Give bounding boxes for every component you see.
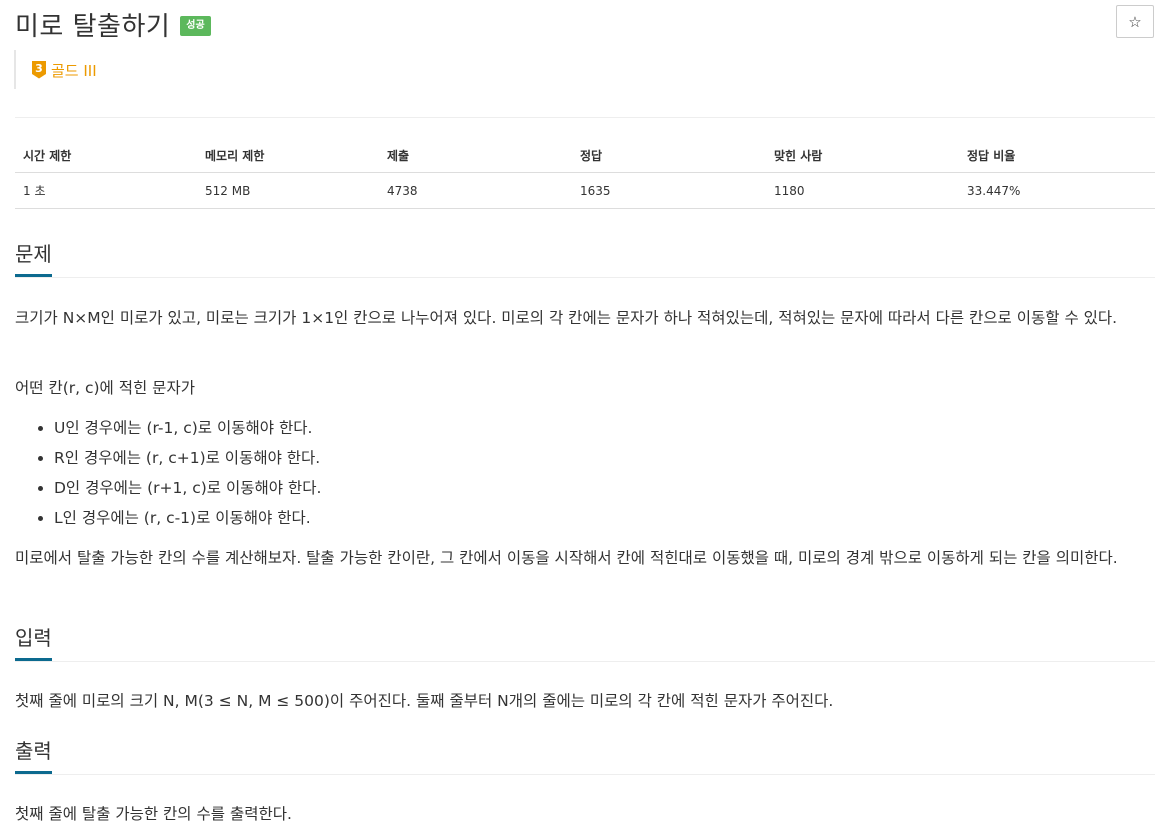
table-header-submissions: 제출	[379, 139, 572, 173]
problem-info-table: 시간 제한 메모리 제한 제출 정답 맞힌 사람 정답 비율 1 초 512 M…	[15, 139, 1155, 209]
direction-conditions-list: U인 경우에는 (r-1, c)로 이동해야 한다. R인 경우에는 (r, c…	[15, 413, 321, 533]
accepted-value[interactable]: 1635	[572, 172, 766, 209]
list-item: R인 경우에는 (r, c+1)로 이동해야 한다.	[54, 443, 321, 473]
tier-number: 3	[35, 62, 43, 75]
problem-title: 미로 탈출하기	[15, 11, 171, 42]
solved-users-value[interactable]: 1180	[766, 172, 959, 209]
table-header-row: 시간 제한 메모리 제한 제출 정답 맞힌 사람 정답 비율	[15, 139, 1155, 173]
submissions-value[interactable]: 4738	[379, 172, 572, 209]
title-row: 미로 탈출하기 성공	[15, 4, 211, 44]
list-item: L인 경우에는 (r, c-1)로 이동해야 한다.	[54, 503, 321, 533]
table-row: 1 초 512 MB 4738 1635 1180 33.447%	[15, 172, 1155, 209]
problem-page: 미로 탈출하기 성공 ☆ 3 골드 III 시간 제한 메모리 제한 제출 정답…	[0, 0, 1174, 840]
list-item: D인 경우에는 (r+1, c)로 이동해야 한다.	[54, 473, 321, 503]
gold-tier-icon: 3	[32, 61, 46, 79]
status-badge: 성공	[180, 16, 211, 36]
header-divider	[15, 117, 1155, 118]
output-heading: 출력	[15, 737, 52, 774]
output-description: 첫째 줄에 탈출 가능한 칸의 수를 출력한다.	[15, 805, 292, 823]
input-section-header: 입력	[15, 624, 1155, 662]
accept-ratio-value: 33.447%	[959, 172, 1155, 209]
table-header-accept-ratio: 정답 비율	[959, 139, 1155, 173]
problem-heading: 문제	[15, 240, 52, 277]
problem-description-paragraph-1: 크기가 N×M인 미로가 있고, 미로는 크기가 1×1인 칸으로 나누어져 있…	[15, 309, 1118, 327]
input-description: 첫째 줄에 미로의 크기 N, M(3 ≤ N, M ≤ 500)이 주어진다.…	[15, 692, 834, 710]
table-header-time-limit: 시간 제한	[15, 139, 197, 173]
table-header-memory-limit: 메모리 제한	[197, 139, 379, 173]
memory-limit-value: 512 MB	[197, 172, 379, 209]
star-icon: ☆	[1128, 12, 1142, 31]
favorite-star-button[interactable]: ☆	[1116, 5, 1154, 38]
time-limit-value: 1 초	[15, 172, 197, 209]
problem-section-header: 문제	[15, 240, 1155, 278]
table-header-solved-users: 맞힌 사람	[766, 139, 959, 173]
list-item: U인 경우에는 (r-1, c)로 이동해야 한다.	[54, 413, 321, 443]
tier-label[interactable]: 골드 III	[51, 60, 97, 81]
input-heading: 입력	[15, 624, 52, 661]
table-header-accepted: 정답	[572, 139, 766, 173]
output-section-header: 출력	[15, 737, 1155, 775]
tier-info: 3 골드 III	[14, 50, 97, 89]
problem-description-paragraph-2: 어떤 칸(r, c)에 적힌 문자가	[15, 379, 195, 397]
problem-description-paragraph-3: 미로에서 탈출 가능한 칸의 수를 계산해보자. 탈출 가능한 칸이란, 그 칸…	[15, 549, 1118, 567]
